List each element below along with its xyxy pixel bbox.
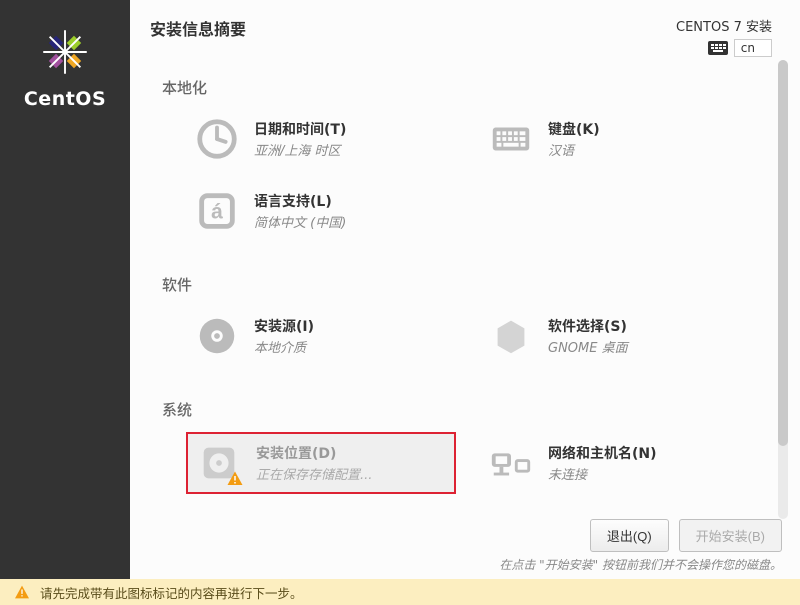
keyboard-large-icon (488, 116, 534, 162)
spoke-status: 简体中文 (中国) (254, 212, 346, 231)
centos-logo-icon (33, 20, 97, 84)
disc-icon (194, 313, 240, 359)
spoke-datetime[interactable]: 日期和时间(T) 亚洲/上海 时区 (186, 110, 456, 168)
spoke-title: 键盘(K) (548, 119, 600, 139)
keyboard-icon (708, 41, 728, 55)
language-icon: á (194, 188, 240, 234)
scrollbar[interactable] (778, 60, 788, 519)
spoke-title: 日期和时间(T) (254, 119, 346, 139)
spoke-status: 正在保存存储配置... (256, 464, 372, 483)
spoke-software[interactable]: 软件选择(S) GNOME 桌面 (480, 307, 750, 365)
footer: 退出(Q) 开始安装(B) 在点击 "开始安装" 按钮前我们并不会操作您的磁盘。 (130, 513, 800, 579)
spoke-status: 本地介质 (254, 337, 314, 356)
spoke-language[interactable]: á 语言支持(L) 简体中文 (中国) (186, 182, 456, 240)
spoke-network[interactable]: 网络和主机名(N) 未连接 (480, 432, 750, 494)
summary-scroll-area: 本地化 日期和时间(T) 亚洲/上海 时区 (130, 65, 800, 513)
clock-icon (194, 116, 240, 162)
quit-button[interactable]: 退出(Q) (590, 519, 669, 552)
section-localization-title: 本地化 (162, 77, 760, 98)
disk-icon (196, 440, 242, 486)
section-software-title: 软件 (162, 274, 760, 295)
header: 安装信息摘要 CENTOS 7 安装 cn (130, 0, 800, 65)
logo: CentOS (24, 20, 106, 110)
spoke-status: 汉语 (548, 140, 600, 159)
spoke-destination[interactable]: 安装位置(D) 正在保存存储配置... (186, 432, 456, 494)
spoke-title: 安装源(I) (254, 316, 314, 336)
spoke-status: 亚洲/上海 时区 (254, 140, 346, 159)
svg-text:á: á (211, 201, 223, 224)
lang-code: cn (734, 39, 772, 57)
warning-text: 请先完成带有此图标标记的内容再进行下一步。 (40, 583, 303, 602)
warning-badge-icon (226, 470, 244, 488)
spoke-title: 语言支持(L) (254, 191, 346, 211)
brand-text: CentOS (24, 88, 106, 110)
spoke-status: GNOME 桌面 (548, 337, 628, 356)
scrollbar-thumb[interactable] (778, 60, 788, 446)
package-icon (488, 313, 534, 359)
sidebar: CentOS (0, 0, 130, 579)
warning-icon (14, 585, 30, 599)
page-title: 安装信息摘要 (150, 16, 246, 40)
spoke-title: 安装位置(D) (256, 443, 372, 463)
network-icon (488, 440, 534, 486)
spoke-title: 软件选择(S) (548, 316, 628, 336)
warning-bar[interactable]: 请先完成带有此图标标记的内容再进行下一步。 (0, 579, 800, 605)
spoke-keyboard[interactable]: 键盘(K) 汉语 (480, 110, 750, 168)
footer-hint: 在点击 "开始安装" 按钮前我们并不会操作您的磁盘。 (499, 556, 782, 573)
spoke-status: 未连接 (548, 464, 657, 483)
product-label: CENTOS 7 安装 (676, 16, 772, 35)
begin-install-button[interactable]: 开始安装(B) (679, 519, 782, 552)
section-system-title: 系统 (162, 399, 760, 420)
spoke-source[interactable]: 安装源(I) 本地介质 (186, 307, 456, 365)
spoke-title: 网络和主机名(N) (548, 443, 657, 463)
keyboard-layout-indicator[interactable]: cn (676, 39, 772, 57)
